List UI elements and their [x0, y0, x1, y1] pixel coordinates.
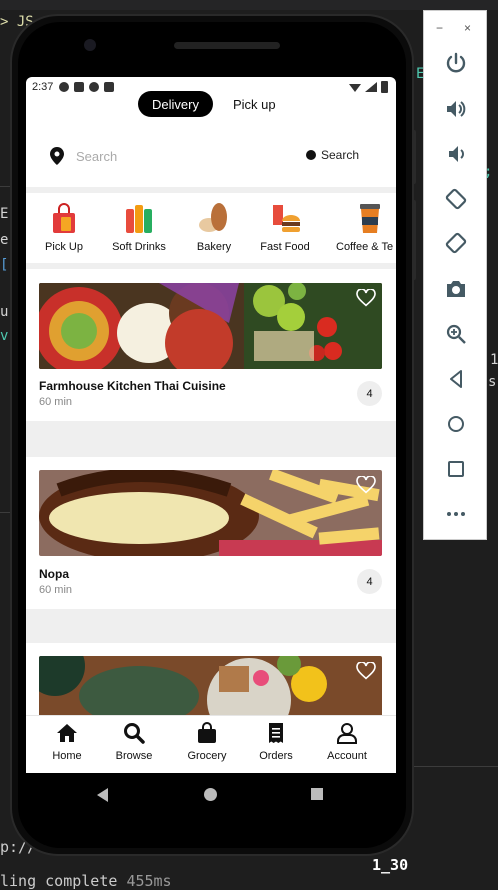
- nav-account[interactable]: Account: [312, 722, 382, 762]
- terminal-line: 1_30: [372, 856, 409, 874]
- search-bar[interactable]: Search Search: [26, 137, 396, 177]
- code-fragment: v: [0, 328, 9, 344]
- category-item[interactable]: Pick Up: [42, 197, 86, 253]
- bottom-navigation: Home Browse Grocery Orders Account: [26, 715, 396, 773]
- close-button[interactable]: ×: [464, 21, 498, 35]
- search-icon: [123, 722, 145, 744]
- burger-icon: [268, 201, 302, 235]
- category-label: Bakery: [196, 241, 232, 253]
- nav-label: Grocery: [187, 750, 227, 762]
- clock-icon: [306, 150, 316, 160]
- signal-icon: [365, 82, 377, 92]
- home-icon[interactable]: [444, 412, 468, 436]
- category-label: Pick Up: [45, 241, 83, 253]
- restaurant-name: Nopa: [39, 567, 69, 581]
- nav-orders[interactable]: Orders: [241, 722, 311, 762]
- search-button-label: Search: [321, 148, 360, 162]
- notification-icon: [89, 82, 100, 92]
- back-icon[interactable]: [444, 367, 468, 391]
- front-camera: [84, 39, 96, 51]
- status-time: 2:37: [32, 81, 54, 93]
- rotate-left-icon[interactable]: [444, 187, 468, 211]
- category-item[interactable]: Fast Food: [258, 197, 312, 253]
- ide-divider: [414, 766, 498, 767]
- rotate-right-icon[interactable]: [444, 231, 468, 255]
- nav-browse[interactable]: Browse: [99, 722, 169, 762]
- rating-badge: 4: [357, 381, 382, 406]
- side-button: [412, 200, 416, 280]
- delivery-time: 60 min: [39, 396, 73, 408]
- favorite-heart-icon[interactable]: [356, 476, 376, 494]
- favorite-heart-icon[interactable]: [356, 662, 376, 680]
- volume-up-icon[interactable]: [444, 97, 468, 121]
- rating-badge: 4: [357, 569, 382, 594]
- notification-icon: [74, 82, 85, 92]
- favorite-heart-icon[interactable]: [356, 289, 376, 307]
- restaurant-card[interactable]: [26, 643, 396, 742]
- nav-home[interactable]: Home: [32, 722, 102, 762]
- user-icon: [336, 722, 358, 744]
- more-icon[interactable]: [444, 502, 468, 526]
- nav-label: Home: [52, 750, 82, 762]
- android-home-icon[interactable]: [204, 788, 217, 801]
- category-label: Soft Drinks: [112, 241, 166, 253]
- restaurant-card[interactable]: Farmhouse Kitchen Thai Cuisine 60 min 4: [26, 269, 396, 421]
- earpiece-speaker: [174, 42, 280, 49]
- power-icon[interactable]: [444, 51, 468, 75]
- code-fragment: [: [0, 257, 9, 273]
- home-icon: [56, 722, 78, 744]
- search-input[interactable]: Search: [76, 149, 117, 164]
- category-item[interactable]: Bakery: [192, 197, 236, 253]
- overview-icon[interactable]: [444, 457, 468, 481]
- delivery-mode-toggle: Delivery Pick up: [138, 91, 290, 117]
- nav-grocery[interactable]: Grocery: [172, 722, 242, 762]
- code-fragment: 1: [490, 352, 498, 368]
- search-button[interactable]: Search: [306, 148, 359, 162]
- delivery-tab[interactable]: Delivery: [138, 91, 213, 117]
- code-fragment: E: [0, 206, 9, 222]
- code-fragment: e: [0, 232, 9, 248]
- restaurant-card[interactable]: Nopa 60 min 4: [26, 457, 396, 609]
- code-fragment: u: [0, 304, 9, 320]
- code-fragment: s: [488, 374, 497, 390]
- camera-icon[interactable]: [444, 277, 468, 301]
- category-item[interactable]: Soft Drinks: [110, 197, 168, 253]
- soft-drinks-icon: [122, 201, 156, 235]
- shopping-bag-icon: [47, 201, 81, 235]
- receipt-icon: [265, 722, 287, 744]
- zoom-icon[interactable]: [444, 322, 468, 346]
- burger-fries-photo: [39, 470, 382, 556]
- android-recents-icon[interactable]: [311, 788, 323, 800]
- location-pin-icon: [50, 147, 64, 165]
- section-divider: [26, 187, 396, 193]
- restaurant-name: Farmhouse Kitchen Thai Cuisine: [39, 379, 226, 393]
- nav-label: Account: [327, 750, 367, 762]
- nav-label: Orders: [259, 750, 293, 762]
- bag-icon: [196, 722, 218, 744]
- category-label: Coffee & Te: [336, 241, 394, 253]
- android-navigation-bar: [26, 773, 396, 819]
- side-button: [412, 130, 416, 184]
- coffee-cup-icon: [352, 201, 386, 235]
- notification-icon: [104, 82, 115, 92]
- category-item[interactable]: Coffee & Te: [336, 197, 396, 253]
- nav-label: Browse: [115, 750, 153, 762]
- pickup-tab[interactable]: Pick up: [219, 91, 290, 117]
- section-divider: [26, 421, 396, 457]
- emulator-toolbar: − ×: [423, 10, 487, 540]
- battery-icon: [381, 81, 388, 93]
- notification-icon: [59, 82, 70, 92]
- wifi-icon: [349, 84, 361, 92]
- bread-icon: [197, 201, 231, 235]
- category-row: Pick Up Soft Drinks Bakery Fast Food Cof…: [26, 197, 396, 263]
- thai-food-photo: [39, 283, 382, 369]
- app-screen: 2:37 Delivery Pick up Search Search Pick…: [26, 77, 396, 773]
- category-label: Fast Food: [260, 241, 310, 253]
- ide-tab-strip: [0, 0, 498, 10]
- section-divider: [26, 609, 396, 643]
- terminal-line: ling complete 455ms: [0, 872, 172, 890]
- delivery-time: 60 min: [39, 584, 73, 596]
- volume-down-icon[interactable]: [444, 142, 468, 166]
- android-back-icon[interactable]: [97, 788, 108, 802]
